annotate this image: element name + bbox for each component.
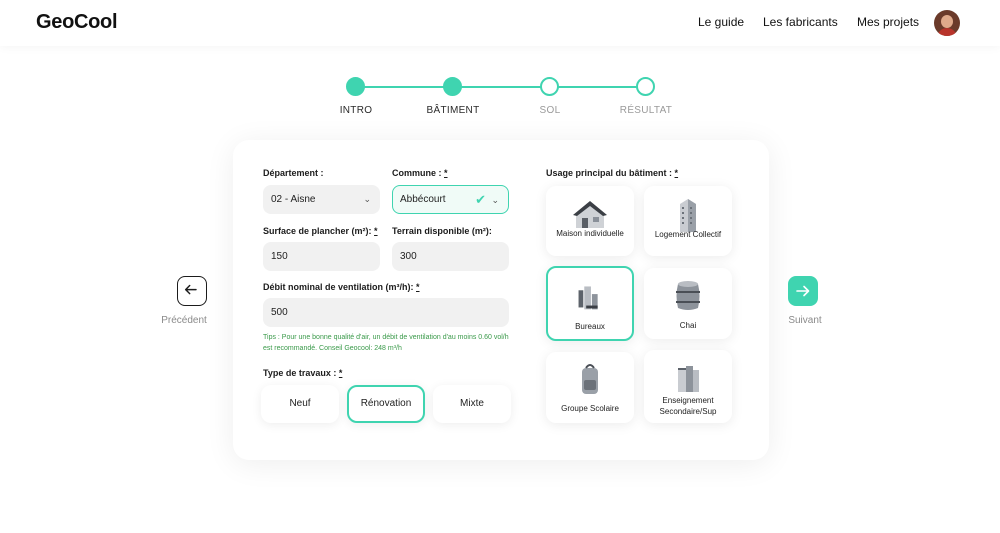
travaux-renovation-button[interactable]: Rénovation bbox=[347, 385, 425, 423]
usage-required: * bbox=[674, 168, 679, 178]
commune-select[interactable]: Abbécourt ✔ ⌄ bbox=[392, 185, 509, 214]
step-label-sol: SOL bbox=[539, 105, 561, 116]
school-backpack-icon bbox=[582, 364, 598, 394]
debit-value: 500 bbox=[271, 307, 288, 318]
chevron-down-icon: ⌄ bbox=[363, 194, 371, 204]
commune-value: Abbécourt bbox=[400, 194, 446, 205]
next-button[interactable] bbox=[788, 276, 818, 306]
apartment-building-icon bbox=[680, 199, 696, 232]
travaux-mixte-button[interactable]: Mixte bbox=[433, 385, 511, 423]
commune-label: Commune : * bbox=[392, 168, 448, 178]
arrow-right-icon bbox=[796, 285, 810, 297]
wine-barrel-icon bbox=[676, 281, 700, 310]
departement-select[interactable]: 02 - Aisne ⌄ bbox=[263, 185, 380, 214]
nav-link-guide[interactable]: Le guide bbox=[698, 15, 744, 29]
commune-required: * bbox=[444, 168, 448, 178]
step-label-batiment: BÂTIMENT bbox=[426, 105, 480, 116]
previous-button[interactable] bbox=[177, 276, 207, 306]
usage-scolaire-label: Groupe Scolaire bbox=[561, 404, 619, 413]
usage-maison-individuelle[interactable]: Maison individuelle bbox=[546, 186, 634, 256]
usage-chai-label: Chai bbox=[679, 321, 697, 330]
terrain-input[interactable]: 300 bbox=[392, 242, 509, 271]
travaux-label-text: Type de travaux : bbox=[263, 368, 337, 378]
debit-required: * bbox=[416, 282, 420, 292]
next-label: Suivant bbox=[788, 315, 822, 326]
top-bar: GeoCool Le guide Les fabricants Mes proj… bbox=[0, 0, 1000, 46]
step-dot-sol[interactable] bbox=[540, 77, 559, 96]
nav-link-projets[interactable]: Mes projets bbox=[857, 15, 919, 29]
surface-input[interactable]: 150 bbox=[263, 242, 380, 271]
terrain-value: 300 bbox=[400, 251, 417, 262]
travaux-label: Type de travaux : * bbox=[263, 368, 342, 378]
surface-required: * bbox=[374, 226, 378, 236]
tip-text: Tips : Pour une bonne qualité d'air, un … bbox=[263, 334, 509, 352]
departement-value: 02 - Aisne bbox=[271, 194, 316, 205]
previous-label: Précédent bbox=[161, 315, 207, 326]
office-icon bbox=[578, 286, 598, 310]
debit-input[interactable]: 500 bbox=[263, 298, 509, 327]
debit-label-text: Débit nominal de ventilation (m³/h): bbox=[263, 282, 414, 292]
arrow-left-icon bbox=[184, 284, 197, 295]
usage-logement-collectif[interactable]: Logement Collectif bbox=[644, 186, 732, 256]
travaux-neuf-button[interactable]: Neuf bbox=[261, 385, 339, 423]
travaux-required: * bbox=[338, 368, 343, 378]
logo[interactable]: GeoCool bbox=[36, 11, 118, 34]
surface-value: 150 bbox=[271, 251, 288, 262]
usage-groupe-scolaire[interactable]: Groupe Scolaire bbox=[546, 352, 634, 423]
step-dot-intro[interactable] bbox=[346, 77, 365, 96]
surface-label-text: Surface de plancher (m²): bbox=[263, 226, 372, 236]
books-icon bbox=[678, 366, 699, 392]
usage-bureaux[interactable]: Bureaux bbox=[546, 266, 634, 341]
debit-label: Débit nominal de ventilation (m³/h): * bbox=[263, 282, 420, 292]
nav-link-fabricants[interactable]: Les fabricants bbox=[763, 15, 838, 29]
chevron-down-icon: ⌄ bbox=[491, 195, 499, 205]
usage-chai[interactable]: Chai bbox=[644, 268, 732, 339]
surface-label: Surface de plancher (m²): * bbox=[263, 226, 378, 236]
step-dot-resultat[interactable] bbox=[636, 77, 655, 96]
usage-enseignement-secondaire[interactable]: Enseignement Secondaire/Sup bbox=[644, 350, 732, 423]
terrain-label: Terrain disponible (m²): bbox=[392, 226, 492, 236]
usage-label-text: Usage principal du bâtiment : bbox=[546, 168, 673, 178]
step-dot-batiment[interactable] bbox=[443, 77, 462, 96]
stepper-line bbox=[356, 86, 646, 88]
departement-label: Département : bbox=[263, 168, 324, 178]
step-label-resultat: RÉSULTAT bbox=[619, 105, 673, 116]
usage-maison-label: Maison individuelle bbox=[556, 229, 624, 238]
step-label-intro: INTRO bbox=[339, 105, 373, 116]
usage-label: Usage principal du bâtiment : * bbox=[546, 168, 678, 178]
usage-logement-label: Logement Collectif bbox=[654, 230, 722, 239]
usage-bureaux-label: Bureaux bbox=[575, 322, 605, 331]
avatar[interactable] bbox=[934, 10, 960, 36]
check-icon: ✔ bbox=[475, 192, 486, 207]
usage-enseignement-label: Enseignement Secondaire/Sup bbox=[659, 396, 717, 416]
commune-label-text: Commune : bbox=[392, 168, 442, 178]
